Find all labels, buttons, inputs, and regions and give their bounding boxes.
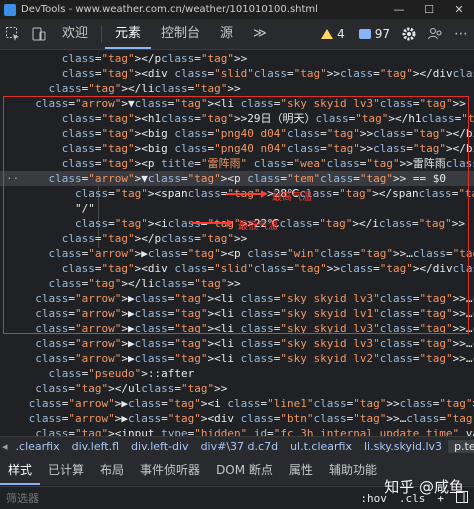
more-options-icon[interactable]: ⋯ [448,19,474,49]
devtools-toolbar: 欢迎 元素 控制台 源 ≫ 4 97 ⋯ [0,19,474,50]
subtab-properties[interactable]: 属性 [281,455,321,485]
breadcrumb-item[interactable]: div.left.fl [66,440,125,453]
subtab-styles[interactable]: 样式 [0,455,41,485]
dom-node-line[interactable]: class="tag"></ulclass="tag">> [22,381,227,396]
subtab-accessibility[interactable]: 辅助功能 [321,455,385,485]
annotation-max-temp: 最高气温 [272,192,312,203]
window-titlebar: DevTools - www.weather.com.cn/weather/10… [0,0,474,19]
dom-node-line[interactable]: class="tag"></liclass="tag">> [22,81,241,96]
annotation-arrow-min [192,219,233,227]
breadcrumb-item[interactable]: ul.t.clearfix [284,440,358,453]
dom-node-line[interactable]: class="arrow">▶class="tag"><i class="lin… [22,396,474,411]
elements-tree: ·· class="tag"></pclass="tag">> class="t… [0,50,474,436]
subtab-layout[interactable]: 布局 [92,455,132,485]
minimize-button[interactable]: — [384,3,414,16]
message-icon [358,29,371,39]
dom-node-line[interactable]: class="pseudo">::after [22,366,195,381]
subtab-event-listeners[interactable]: 事件侦听器 [132,455,208,485]
devtools-app-icon [4,3,16,16]
close-button[interactable]: ✕ [444,3,474,16]
warning-icon [321,29,334,39]
tab-welcome[interactable]: 欢迎 [52,19,98,49]
dom-node-line[interactable]: class="arrow">▶class="tag"><li class="sk… [22,351,474,366]
annotation-arrow-max [226,190,267,198]
tab-elements[interactable]: 元素 [105,19,152,49]
tab-separator [101,25,103,43]
gear-icon[interactable] [396,19,422,49]
breadcrumb: ◂ .clearfix div.left.fl div.left-div div… [0,436,474,456]
messages-badge[interactable]: 97 [353,24,396,44]
profile-icon[interactable] [422,19,448,49]
watermark: 知乎 @咸鱼 [384,478,464,496]
warnings-badge[interactable]: 4 [315,24,351,44]
device-toolbar-icon[interactable] [26,19,52,49]
maximize-button[interactable]: ☐ [414,3,444,16]
breadcrumb-item[interactable]: div.left-div [125,440,195,453]
tab-console[interactable]: 控制台 [151,19,210,49]
warnings-count: 4 [337,27,345,41]
filter-input[interactable] [0,490,355,506]
dom-node-line[interactable]: class="arrow">▶class="tag"><div class="b… [22,411,474,426]
dom-node-line[interactable]: class="tag"><input type="hidden" id="fc_… [22,426,474,436]
breadcrumb-item[interactable]: .clearfix [10,440,66,453]
subtab-computed[interactable]: 已计算 [40,455,92,485]
breadcrumb-item-current[interactable]: p.tem [448,439,474,453]
dom-node-line[interactable]: class="tag"><div class="slid"class="tag"… [22,66,474,81]
inspect-element-icon[interactable] [0,19,26,49]
breadcrumb-left-icon[interactable]: ◂ [0,440,10,453]
annotation-box [3,96,469,334]
window-title: DevTools - www.weather.com.cn/weather/10… [21,4,318,15]
tab-sources[interactable]: 源 [210,19,243,49]
dom-node-line[interactable]: class="arrow">▶class="tag"><li class="sk… [22,336,474,351]
more-tabs-button[interactable]: ≫ [243,19,277,49]
subtab-dom-breakpoints[interactable]: DOM 断点 [208,455,281,485]
messages-count: 97 [374,27,390,41]
annotation-min-temp: 最低气温 [238,221,278,232]
breadcrumb-item[interactable]: li.sky.skyid.lv3 [358,440,448,453]
dom-node-line[interactable]: class="tag"></pclass="tag">> [22,51,248,66]
breadcrumb-item[interactable]: div#\37 d.c7d [195,440,284,453]
